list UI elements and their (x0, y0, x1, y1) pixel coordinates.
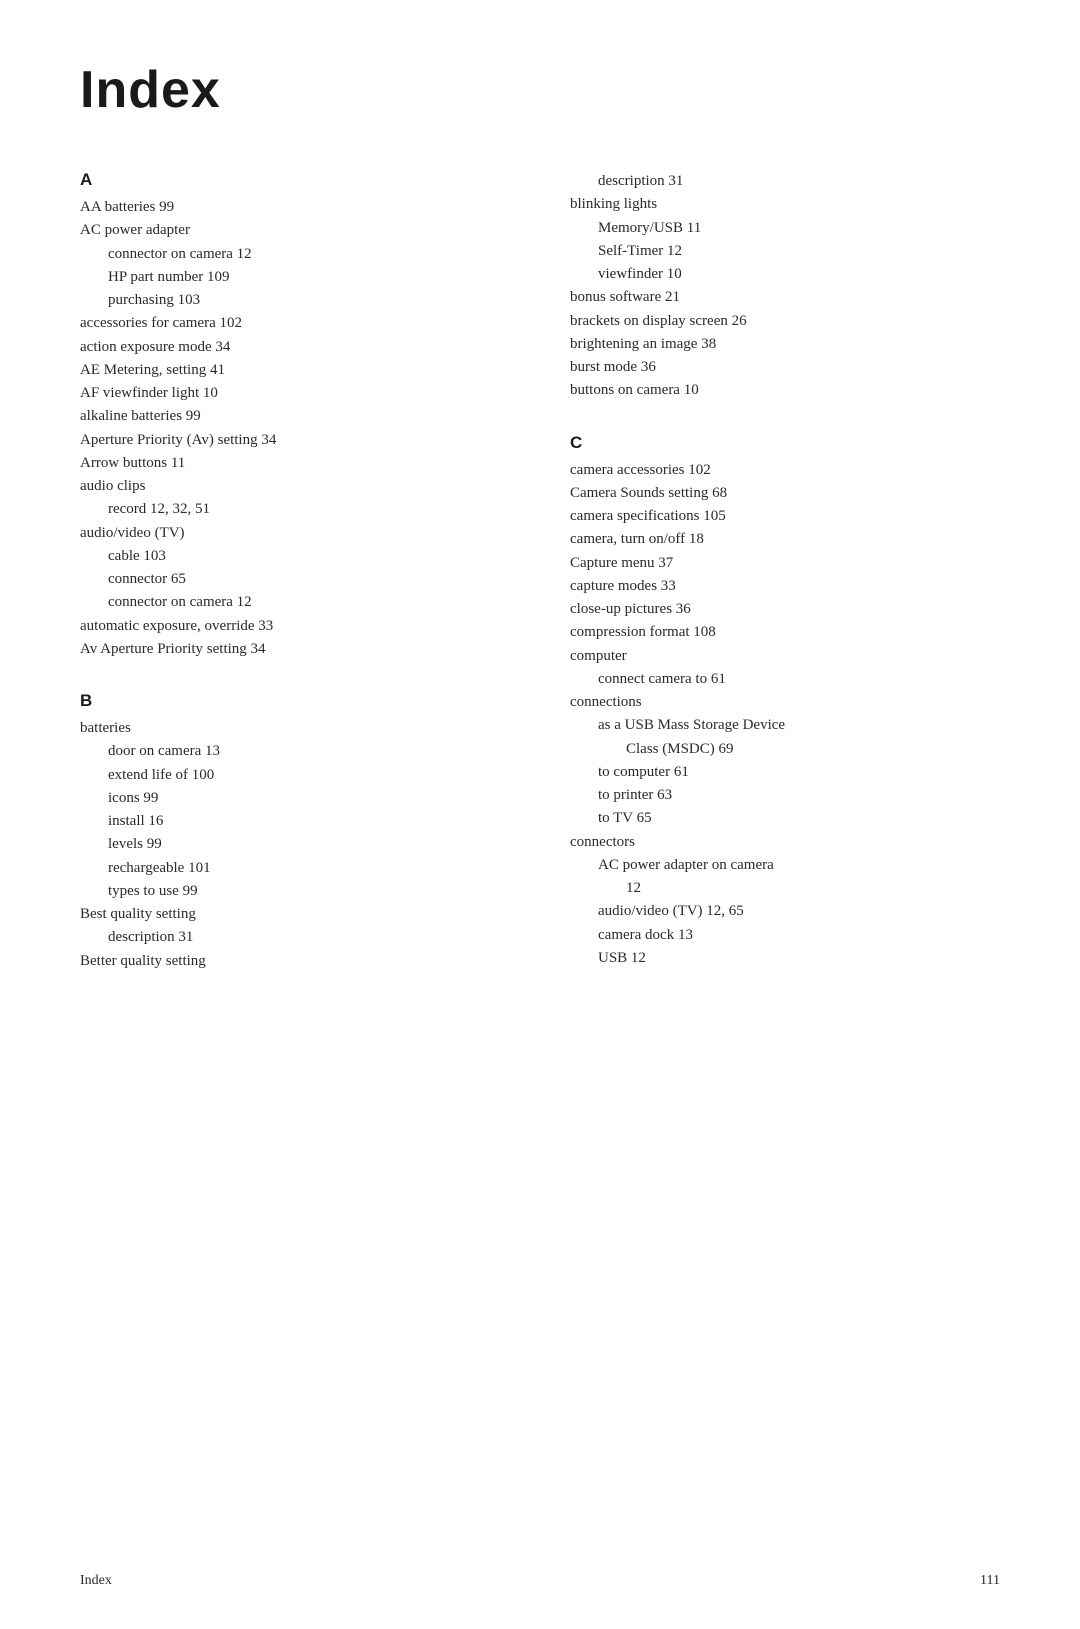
section-letter: C (570, 433, 1000, 453)
index-entry: USB 12 (570, 947, 1000, 970)
page-footer: Index 111 (80, 1573, 1000, 1589)
index-entry: to TV 65 (570, 807, 1000, 830)
index-entry: connections (570, 691, 1000, 714)
index-entry: audio/video (TV) (80, 522, 510, 545)
index-entry: door on camera 13 (80, 740, 510, 763)
index-section: Ccamera accessories 102Camera Sounds set… (570, 433, 1000, 971)
index-entry: alkaline batteries 99 (80, 405, 510, 428)
index-entry: Arrow buttons 11 (80, 452, 510, 475)
index-section: AAA batteries 99AC power adapterconnecto… (80, 170, 510, 661)
index-entry: Better quality setting (80, 950, 510, 973)
index-entry: blinking lights (570, 193, 1000, 216)
index-entry: computer (570, 645, 1000, 668)
index-entry: compression format 108 (570, 621, 1000, 644)
index-entry: camera specifications 105 (570, 505, 1000, 528)
index-entry: cable 103 (80, 545, 510, 568)
index-entry: Capture menu 37 (570, 552, 1000, 575)
index-entry: as a USB Mass Storage Device (570, 714, 1000, 737)
index-entry: connector 65 (80, 568, 510, 591)
index-entry: purchasing 103 (80, 289, 510, 312)
page-title: Index (80, 60, 1000, 120)
index-entry: batteries (80, 717, 510, 740)
index-entry: buttons on camera 10 (570, 379, 1000, 402)
index-entry: connectors (570, 831, 1000, 854)
index-columns: AAA batteries 99AC power adapterconnecto… (80, 170, 1000, 1003)
index-entry: audio clips (80, 475, 510, 498)
index-entry: icons 99 (80, 787, 510, 810)
index-section: description 31blinking lightsMemory/USB … (570, 170, 1000, 403)
index-entry: 12 (570, 877, 1000, 900)
index-entry: types to use 99 (80, 880, 510, 903)
index-section: Bbatteriesdoor on camera 13extend life o… (80, 691, 510, 973)
page: Index AAA batteries 99AC power adapterco… (0, 0, 1080, 1629)
index-entry: Memory/USB 11 (570, 217, 1000, 240)
index-entry: record 12, 32, 51 (80, 498, 510, 521)
index-entry: connector on camera 12 (80, 591, 510, 614)
section-letter: A (80, 170, 510, 190)
index-entry: to computer 61 (570, 761, 1000, 784)
index-entry: connector on camera 12 (80, 243, 510, 266)
index-entry: accessories for camera 102 (80, 312, 510, 335)
footer-right: 111 (980, 1573, 1000, 1589)
index-entry: connect camera to 61 (570, 668, 1000, 691)
index-entry: install 16 (80, 810, 510, 833)
index-entry: bonus software 21 (570, 286, 1000, 309)
index-entry: AF viewfinder light 10 (80, 382, 510, 405)
index-entry: rechargeable 101 (80, 857, 510, 880)
index-entry: AC power adapter on camera (570, 854, 1000, 877)
index-entry: AA batteries 99 (80, 196, 510, 219)
index-entry: Class (MSDC) 69 (570, 738, 1000, 761)
index-entry: description 31 (80, 926, 510, 949)
right-column: description 31blinking lightsMemory/USB … (570, 170, 1000, 1003)
index-entry: camera accessories 102 (570, 459, 1000, 482)
left-column: AAA batteries 99AC power adapterconnecto… (80, 170, 510, 1003)
section-letter: B (80, 691, 510, 711)
index-entry: close-up pictures 36 (570, 598, 1000, 621)
index-entry: brightening an image 38 (570, 333, 1000, 356)
index-entry: AE Metering, setting 41 (80, 359, 510, 382)
index-entry: Camera Sounds setting 68 (570, 482, 1000, 505)
index-entry: automatic exposure, override 33 (80, 615, 510, 638)
index-entry: Av Aperture Priority setting 34 (80, 638, 510, 661)
index-entry: Aperture Priority (Av) setting 34 (80, 429, 510, 452)
index-entry: camera, turn on/off 18 (570, 528, 1000, 551)
index-entry: audio/video (TV) 12, 65 (570, 900, 1000, 923)
index-entry: to printer 63 (570, 784, 1000, 807)
index-entry: capture modes 33 (570, 575, 1000, 598)
index-entry: brackets on display screen 26 (570, 310, 1000, 333)
footer-left: Index (80, 1573, 112, 1589)
index-entry: action exposure mode 34 (80, 336, 510, 359)
index-entry: extend life of 100 (80, 764, 510, 787)
index-entry: burst mode 36 (570, 356, 1000, 379)
index-entry: Best quality setting (80, 903, 510, 926)
index-entry: camera dock 13 (570, 924, 1000, 947)
index-entry: description 31 (570, 170, 1000, 193)
index-entry: AC power adapter (80, 219, 510, 242)
index-entry: levels 99 (80, 833, 510, 856)
index-entry: viewfinder 10 (570, 263, 1000, 286)
index-entry: HP part number 109 (80, 266, 510, 289)
index-entry: Self-Timer 12 (570, 240, 1000, 263)
